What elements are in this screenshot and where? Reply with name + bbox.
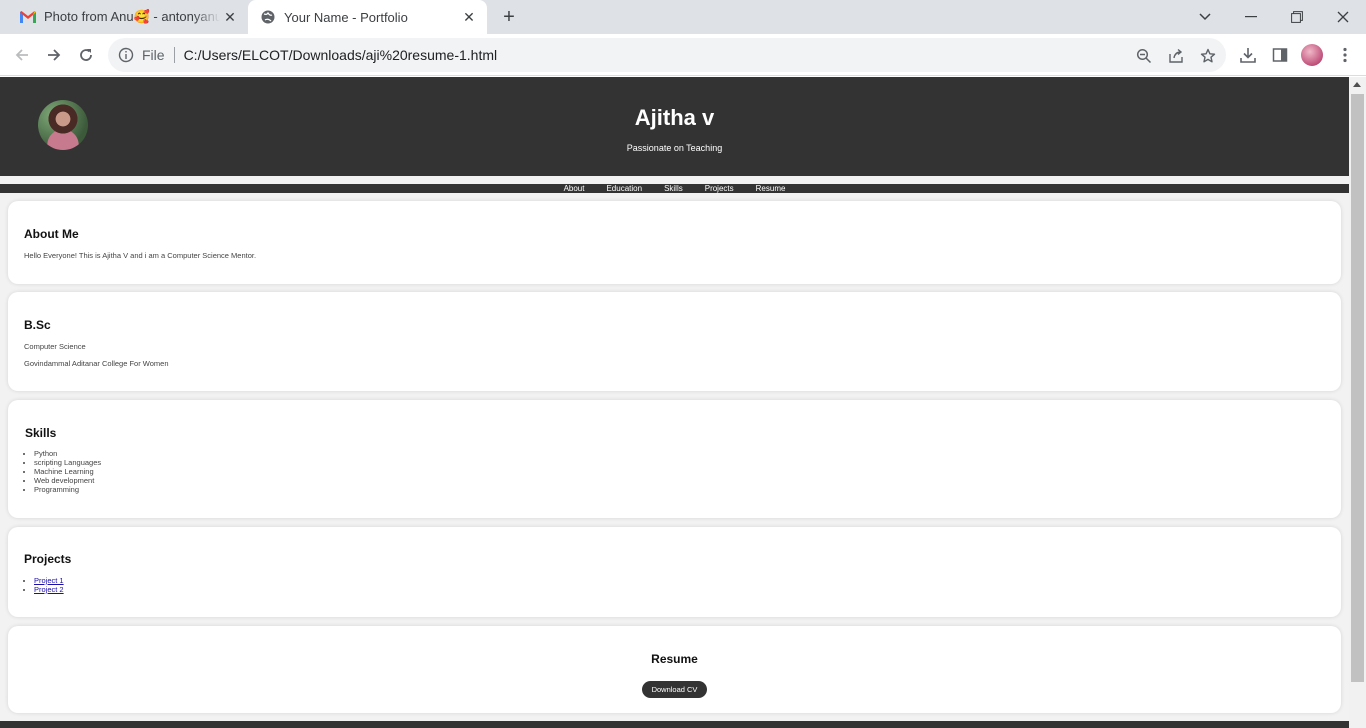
- skills-section: Skills Python scripting Languages Machin…: [8, 400, 1341, 518]
- close-tab-icon[interactable]: ✕: [459, 7, 479, 27]
- scroll-up-arrow-icon[interactable]: [1353, 82, 1361, 87]
- side-panel-icon[interactable]: [1270, 45, 1290, 65]
- download-icon[interactable]: [1238, 45, 1258, 65]
- reload-button[interactable]: [72, 41, 100, 69]
- about-text: Hello Everyone! This is Ajitha V and i a…: [24, 251, 257, 260]
- nav-link-skills[interactable]: Skills: [664, 184, 683, 193]
- tab-search-dropdown-icon[interactable]: [1182, 0, 1228, 34]
- url-scheme: File: [142, 47, 165, 63]
- about-section: About Me Hello Everyone! This is Ajitha …: [8, 201, 1341, 284]
- resume-section: Resume Download CV: [8, 626, 1341, 713]
- url-text[interactable]: C:/Users/ELCOT/Downloads/aji%20resume-1.…: [184, 47, 498, 63]
- tab-strip: Photo from Anu🥰 - antonyanu ✕ Your Name …: [0, 0, 1366, 34]
- share-icon[interactable]: [1167, 47, 1185, 65]
- list-item: scripting Languages: [34, 458, 101, 467]
- list-item: Web development: [34, 476, 101, 485]
- new-tab-button[interactable]: +: [497, 5, 521, 29]
- close-tab-icon[interactable]: ✕: [220, 7, 240, 27]
- education-college: Govindammal Aditanar College For Women: [24, 359, 169, 368]
- list-item: Python: [34, 449, 101, 458]
- back-button[interactable]: [8, 41, 36, 69]
- section-heading: Projects: [24, 552, 72, 566]
- page-viewport: Ajitha v Passionate on Teaching About Ed…: [0, 77, 1349, 728]
- scrollbar-thumb[interactable]: [1351, 94, 1364, 682]
- section-heading: About Me: [24, 227, 79, 241]
- section-heading: Skills: [25, 426, 57, 440]
- project-link[interactable]: Project 2: [34, 585, 64, 594]
- list-item: Machine Learning: [34, 467, 101, 476]
- globe-icon: [260, 9, 276, 25]
- project-link[interactable]: Project 1: [34, 576, 64, 585]
- divider: [173, 47, 175, 63]
- projects-list: Project 1 Project 2: [34, 576, 64, 594]
- browser-toolbar: File C:/Users/ELCOT/Downloads/aji%20resu…: [0, 34, 1366, 76]
- nav-link-education[interactable]: Education: [606, 184, 642, 193]
- nav-link-projects[interactable]: Projects: [705, 184, 734, 193]
- section-heading: Resume: [651, 652, 698, 666]
- menu-kebab-icon[interactable]: [1335, 45, 1355, 65]
- site-tagline: Passionate on Teaching: [626, 143, 723, 153]
- address-bar[interactable]: File C:/Users/ELCOT/Downloads/aji%20resu…: [108, 38, 1226, 72]
- skills-list: Python scripting Languages Machine Learn…: [34, 449, 101, 494]
- section-heading: B.Sc: [24, 318, 51, 332]
- tab-gmail[interactable]: Photo from Anu🥰 - antonyanu ✕: [8, 0, 248, 34]
- bookmark-star-icon[interactable]: [1199, 47, 1217, 65]
- profile-avatar[interactable]: [1301, 44, 1323, 66]
- tab-title: Photo from Anu🥰 - antonyanu: [44, 9, 220, 24]
- list-item: Project 1: [34, 576, 64, 585]
- list-item: Programming: [34, 485, 101, 494]
- education-section: B.Sc Computer Science Govindammal Aditan…: [8, 292, 1341, 391]
- education-field: Computer Science: [24, 342, 86, 351]
- tab-portfolio[interactable]: Your Name - Portfolio ✕: [248, 0, 487, 34]
- projects-section: Projects Project 1 Project 2: [8, 527, 1341, 617]
- tab-title: Your Name - Portfolio: [284, 9, 408, 25]
- site-title: Ajitha v: [634, 105, 715, 130]
- site-header: Ajitha v Passionate on Teaching: [0, 77, 1349, 176]
- nav-link-resume[interactable]: Resume: [756, 184, 786, 193]
- site-nav: About Education Skills Projects Resume: [0, 184, 1349, 193]
- download-cv-button[interactable]: Download CV: [642, 681, 707, 698]
- restore-button[interactable]: [1274, 0, 1320, 34]
- close-window-button[interactable]: [1320, 0, 1366, 34]
- minimize-button[interactable]: [1228, 0, 1274, 34]
- nav-link-about[interactable]: About: [564, 184, 585, 193]
- zoom-icon[interactable]: [1135, 47, 1153, 65]
- info-icon[interactable]: [118, 47, 134, 63]
- forward-button[interactable]: [40, 41, 68, 69]
- vertical-scrollbar[interactable]: [1349, 77, 1366, 728]
- list-item: Project 2: [34, 585, 64, 594]
- site-footer: [0, 721, 1349, 728]
- gmail-icon: [20, 9, 36, 25]
